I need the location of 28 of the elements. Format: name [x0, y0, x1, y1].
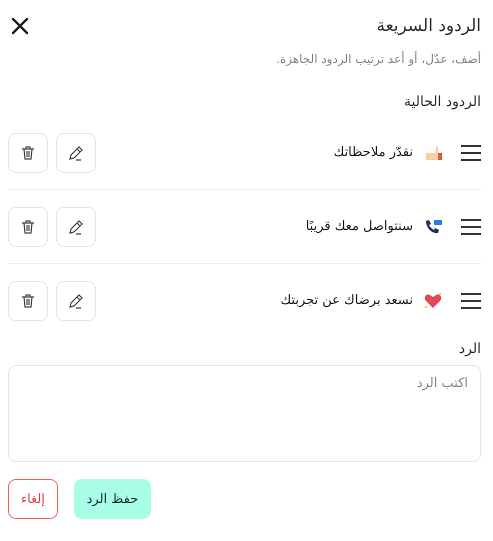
delete-button[interactable] — [8, 280, 48, 320]
drag-handle-icon[interactable] — [461, 218, 481, 236]
reply-text: نقدّر ملاحظاتك — [332, 145, 413, 160]
cancel-button[interactable]: إلغاء — [8, 479, 58, 519]
drag-handle-icon[interactable] — [461, 144, 481, 162]
edit-button[interactable] — [56, 280, 96, 320]
edit-button[interactable] — [56, 132, 96, 172]
reply-text: نسعد برضاك عن تجربتك — [279, 293, 413, 308]
field-label: الرد — [458, 341, 481, 357]
pencil-icon — [68, 292, 84, 308]
pencil-icon — [68, 218, 84, 234]
heart-icon — [423, 292, 443, 310]
delete-button[interactable] — [8, 206, 48, 246]
reply-input[interactable]: اكتب الرد — [8, 365, 481, 462]
thumbs-up-icon — [423, 144, 443, 162]
drag-handle-icon[interactable] — [461, 292, 481, 310]
trash-icon — [20, 292, 36, 308]
reply-text: سنتواصل معك قريبًا — [304, 219, 413, 234]
delete-button[interactable] — [8, 132, 48, 172]
pencil-icon — [68, 144, 84, 160]
edit-button[interactable] — [56, 206, 96, 246]
dialog-title: الردود السريعة — [376, 16, 481, 36]
dialog-subtitle: أضف، عدّل، أو أعد ترتيب الردود الجاهزة. — [275, 52, 481, 66]
trash-icon — [20, 144, 36, 160]
trash-icon — [20, 218, 36, 234]
phone-icon — [423, 218, 443, 236]
save-button[interactable]: حفظ الرد — [74, 479, 151, 519]
section-label: الردود الحالية — [402, 94, 481, 110]
